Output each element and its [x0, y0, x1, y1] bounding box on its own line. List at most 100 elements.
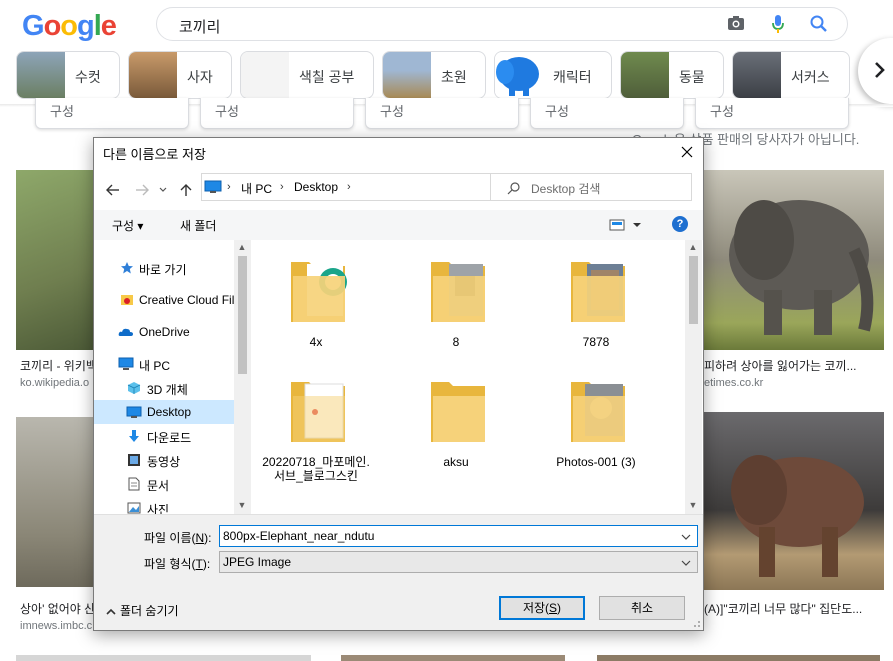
breadcrumb-desktop[interactable]: Desktop	[294, 180, 338, 194]
microphone-icon[interactable]	[771, 14, 785, 34]
scrollbar-thumb[interactable]	[689, 256, 698, 324]
filter-label: 구성	[50, 104, 74, 119]
folder-item[interactable]: 20220718_마포메인.서브_블로그스킨	[261, 360, 371, 483]
tree-item-downloads[interactable]: 다운로드	[94, 424, 234, 448]
tree-item-desktop[interactable]: Desktop	[94, 400, 234, 424]
folder-item[interactable]: 4x	[261, 240, 371, 360]
hide-folders-toggle[interactable]: 폴더 숨기기	[106, 602, 179, 619]
up-arrow-icon[interactable]	[178, 182, 194, 198]
label-accelerator: N	[195, 531, 205, 545]
filter-dropdown[interactable]: 구성	[365, 98, 519, 129]
recent-dropdown-icon[interactable]	[158, 182, 168, 198]
button-text: 저장(	[522, 601, 550, 615]
resize-grip-icon[interactable]	[691, 618, 701, 628]
tree-item-quick-access[interactable]: 바로 가기	[94, 256, 234, 280]
chip-coloring[interactable]: 색칠 공부	[240, 51, 374, 99]
camera-icon[interactable]	[727, 15, 745, 31]
video-icon	[128, 454, 140, 466]
chip-circus[interactable]: 서커스	[732, 51, 850, 99]
tree-item-3d-objects[interactable]: 3D 개체	[94, 376, 234, 400]
tree-item-documents[interactable]: 문서	[94, 472, 234, 496]
folder-item[interactable]: 7878	[541, 240, 651, 360]
tree-item-onedrive[interactable]: OneDrive	[94, 320, 234, 344]
filename-value: 800px-Elephant_near_ndutu	[223, 529, 375, 543]
folder-item[interactable]: 8	[401, 240, 511, 360]
filter-dropdown[interactable]: 구성	[35, 98, 189, 129]
chip-lion[interactable]: 사자	[128, 51, 232, 99]
chevron-right-icon[interactable]: ›	[347, 181, 351, 193]
chip-label: 초원	[441, 69, 467, 85]
close-icon[interactable]	[678, 143, 696, 161]
result-image[interactable]	[704, 170, 884, 350]
folder-icon	[571, 262, 625, 322]
google-logo[interactable]: Google	[22, 10, 117, 43]
folder-search-input[interactable]: Desktop 검색	[490, 173, 692, 201]
chevron-down-icon[interactable]	[681, 558, 691, 568]
onedrive-icon	[118, 328, 133, 336]
desktop-icon	[126, 406, 142, 418]
chip-thumbnail	[621, 52, 669, 98]
tree-item-pictures[interactable]: 사진	[94, 496, 234, 514]
file-list: 4x 8 7878 20220718_마포메인.서브_블로그스킨 aksu Ph…	[251, 240, 702, 514]
organize-menu[interactable]: 구성 ▾	[112, 217, 143, 234]
label-text: 파일 이름(	[144, 531, 196, 545]
filter-dropdown[interactable]: 구성	[695, 98, 849, 129]
help-button[interactable]: ?	[672, 216, 688, 232]
scroll-down-icon[interactable]: ▼	[685, 500, 701, 510]
logo-letter: o	[60, 10, 78, 42]
search-icon[interactable]	[809, 14, 829, 34]
save-button[interactable]: 저장(S)	[499, 596, 585, 620]
filename-label: 파일 이름(N):	[144, 529, 212, 546]
tree-label: 동영상	[147, 455, 181, 469]
chevron-down-icon[interactable]	[681, 532, 691, 542]
result-caption[interactable]: 피하려 상아를 잃어가는 코끼...	[704, 357, 884, 374]
filter-dropdown[interactable]: 구성	[530, 98, 684, 129]
breadcrumb-pc[interactable]: 내 PC	[241, 180, 272, 197]
file-scrollbar[interactable]: ▲ ▼	[685, 240, 702, 514]
folder-item[interactable]: aksu	[401, 360, 511, 480]
result-image[interactable]	[597, 655, 880, 661]
button-accelerator: S	[549, 601, 558, 615]
result-image[interactable]	[704, 412, 884, 590]
tree-item-this-pc[interactable]: 내 PC	[94, 352, 234, 376]
result-caption[interactable]: (A)]"코끼리 너무 많다" 집단도...	[704, 600, 884, 617]
new-folder-button[interactable]: 새 폴더	[180, 217, 216, 234]
filename-input[interactable]: 800px-Elephant_near_ndutu	[219, 525, 698, 547]
scroll-up-icon[interactable]: ▲	[685, 242, 701, 252]
view-options-icon[interactable]	[609, 218, 645, 232]
related-chips: 수컷 사자 색칠 공부 초원 캐릭터 동물 서커스	[16, 51, 893, 99]
chip-thumbnail	[733, 52, 781, 98]
result-image[interactable]	[16, 655, 311, 661]
result-caption[interactable]: 코끼리 - 위키백	[20, 357, 94, 374]
scrollbar-thumb[interactable]	[238, 256, 247, 374]
tree-item-videos[interactable]: 동영상	[94, 448, 234, 472]
nav-scrollbar[interactable]: ▲ ▼	[234, 240, 251, 514]
scroll-down-icon[interactable]: ▼	[234, 500, 250, 510]
cancel-button[interactable]: 취소	[599, 596, 685, 620]
chevron-right-icon[interactable]: ›	[227, 181, 231, 193]
chip-label: 사자	[187, 69, 213, 85]
result-image[interactable]	[341, 655, 565, 661]
file-name: 20220718_마포메인.서브_블로그스킨	[262, 455, 370, 483]
folder-item[interactable]: Photos-001 (3)	[541, 360, 651, 480]
chevron-right-icon[interactable]: ›	[280, 181, 284, 193]
forward-arrow-icon[interactable]	[134, 182, 150, 198]
file-name: 8	[452, 335, 460, 349]
document-icon	[128, 477, 140, 491]
result-image[interactable]	[16, 417, 96, 587]
tree-item-creative-cloud[interactable]: Creative Cloud Fil	[94, 288, 234, 312]
search-box[interactable]: 코끼리	[156, 7, 848, 41]
result-caption[interactable]: 상아' 없어야 산	[20, 600, 94, 617]
folder-icon	[291, 262, 347, 322]
label-text: 파일 형식(	[144, 557, 196, 571]
filter-dropdown[interactable]: 구성	[200, 98, 354, 129]
chip-savanna[interactable]: 초원	[382, 51, 486, 99]
result-image[interactable]	[16, 170, 96, 350]
search-query[interactable]: 코끼리	[179, 16, 220, 37]
chip-character[interactable]: 캐릭터	[494, 51, 612, 99]
filetype-select[interactable]: JPEG Image	[219, 551, 698, 573]
back-arrow-icon[interactable]	[105, 182, 121, 198]
chip-male[interactable]: 수컷	[16, 51, 120, 99]
scroll-up-icon[interactable]: ▲	[234, 242, 250, 252]
chip-animal[interactable]: 동물	[620, 51, 724, 99]
